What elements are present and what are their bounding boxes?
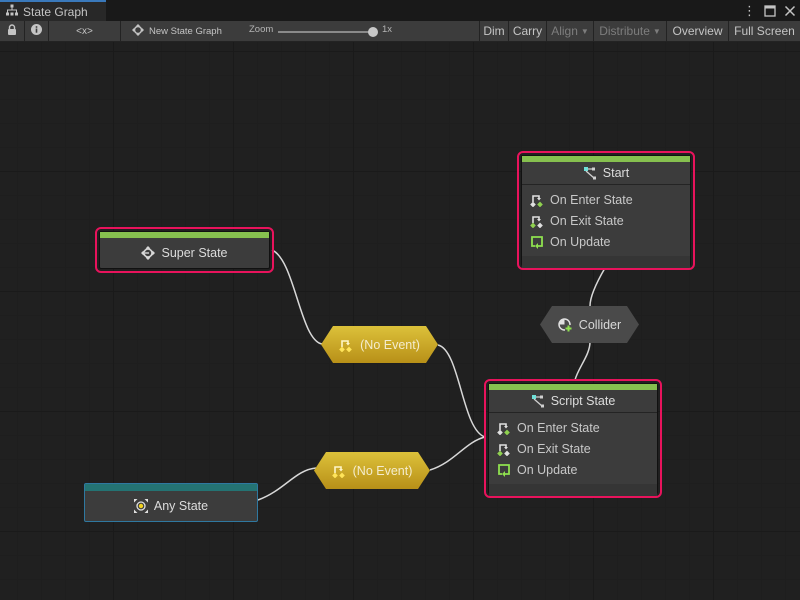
- overview-label: Overview: [672, 24, 723, 38]
- transition-collider[interactable]: Collider: [540, 306, 639, 343]
- event-row[interactable]: On Enter State: [489, 417, 657, 438]
- dim-button[interactable]: Dim: [479, 21, 509, 41]
- event-label: On Enter State: [517, 420, 600, 435]
- transition-label: Collider: [578, 317, 622, 332]
- state-node-script-state[interactable]: Script State On Enter State On Exit Stat…: [484, 379, 662, 498]
- enter-state-icon: [497, 421, 511, 435]
- chevron-down-icon: ▼: [652, 26, 661, 36]
- event-row[interactable]: On Update: [489, 459, 657, 480]
- exit-state-icon: [497, 442, 511, 456]
- node-title: Script State: [550, 394, 616, 408]
- transition-super-to-script[interactable]: (No Event): [321, 326, 438, 363]
- event-label: On Enter State: [550, 192, 633, 207]
- tab-state-graph[interactable]: State Graph: [0, 0, 106, 21]
- overview-button[interactable]: Overview: [667, 21, 729, 41]
- full-screen-label: Full Screen: [734, 24, 795, 38]
- chevron-down-icon: ▼: [580, 26, 589, 36]
- node-header: Any State: [85, 491, 257, 521]
- distribute-label: Distribute: [599, 24, 650, 38]
- align-dropdown[interactable]: Align ▼: [547, 21, 594, 41]
- maximize-icon[interactable]: [764, 4, 776, 17]
- state-node-any-state[interactable]: Any State: [84, 483, 258, 522]
- super-state-icon: [132, 23, 144, 39]
- state-node-super-state[interactable]: Super State: [95, 227, 274, 273]
- node-title: Start: [602, 166, 630, 180]
- node-header: Script State: [489, 390, 657, 413]
- info-icon: [31, 24, 42, 38]
- more-options-icon[interactable]: ⋮: [743, 4, 756, 17]
- flow-state-icon: [531, 394, 545, 408]
- node-title: Any State: [153, 499, 209, 513]
- event-label: On Exit State: [550, 213, 624, 228]
- node-title: Super State: [161, 246, 228, 260]
- variables-button[interactable]: <x>: [49, 21, 121, 41]
- new-state-graph-label: New State Graph: [149, 25, 222, 37]
- node-header-bar: [85, 484, 257, 491]
- collider-icon: [558, 318, 572, 332]
- node-footer: [489, 484, 657, 496]
- lock-button[interactable]: [0, 21, 25, 41]
- close-icon[interactable]: [784, 5, 796, 17]
- update-icon: [497, 463, 511, 477]
- zoom-label: Zoom: [249, 24, 274, 35]
- event-row[interactable]: On Exit State: [522, 210, 690, 231]
- any-state-icon: [133, 499, 148, 513]
- enter-state-icon: [530, 193, 544, 207]
- carry-button[interactable]: Carry: [509, 21, 547, 41]
- zoom-slider-track[interactable]: [278, 31, 372, 33]
- transition-event-icon: [332, 464, 346, 478]
- align-label: Align: [551, 24, 578, 38]
- zoom-slider-thumb[interactable]: [368, 27, 378, 37]
- transition-any-to-script[interactable]: (No Event): [314, 452, 430, 489]
- node-header: Super State: [100, 238, 269, 268]
- event-label: On Exit State: [517, 441, 591, 456]
- event-label: On Update: [517, 462, 578, 477]
- window-tab-bar: State Graph ⋮: [0, 0, 800, 21]
- full-screen-button[interactable]: Full Screen: [729, 21, 800, 41]
- transition-event-icon: [339, 338, 353, 352]
- variables-icon: <x>: [76, 25, 93, 37]
- carry-label: Carry: [512, 24, 543, 38]
- transition-label: (No Event): [352, 463, 413, 478]
- event-row[interactable]: On Exit State: [489, 438, 657, 459]
- dim-label: Dim: [483, 24, 505, 38]
- info-button[interactable]: [25, 21, 49, 41]
- new-state-graph-button[interactable]: New State Graph: [132, 21, 222, 41]
- state-node-start[interactable]: Start On Enter State On Exit State On Up…: [517, 151, 695, 270]
- event-row[interactable]: On Update: [522, 231, 690, 252]
- hierarchy-icon: [6, 4, 18, 19]
- event-row[interactable]: On Enter State: [522, 189, 690, 210]
- node-footer: [522, 256, 690, 268]
- distribute-dropdown[interactable]: Distribute ▼: [594, 21, 667, 41]
- transition-label: (No Event): [360, 337, 420, 352]
- event-label: On Update: [550, 234, 611, 249]
- tab-title: State Graph: [23, 4, 88, 19]
- update-icon: [530, 235, 544, 249]
- lock-icon: [7, 24, 17, 38]
- flow-state-icon: [583, 166, 597, 180]
- super-state-icon: [141, 246, 156, 260]
- toolbar: <x> New State Graph Zoom 1x Dim Carry Al…: [0, 21, 800, 42]
- node-header: Start: [522, 162, 690, 185]
- zoom-value: 1x: [382, 24, 393, 35]
- exit-state-icon: [530, 214, 544, 228]
